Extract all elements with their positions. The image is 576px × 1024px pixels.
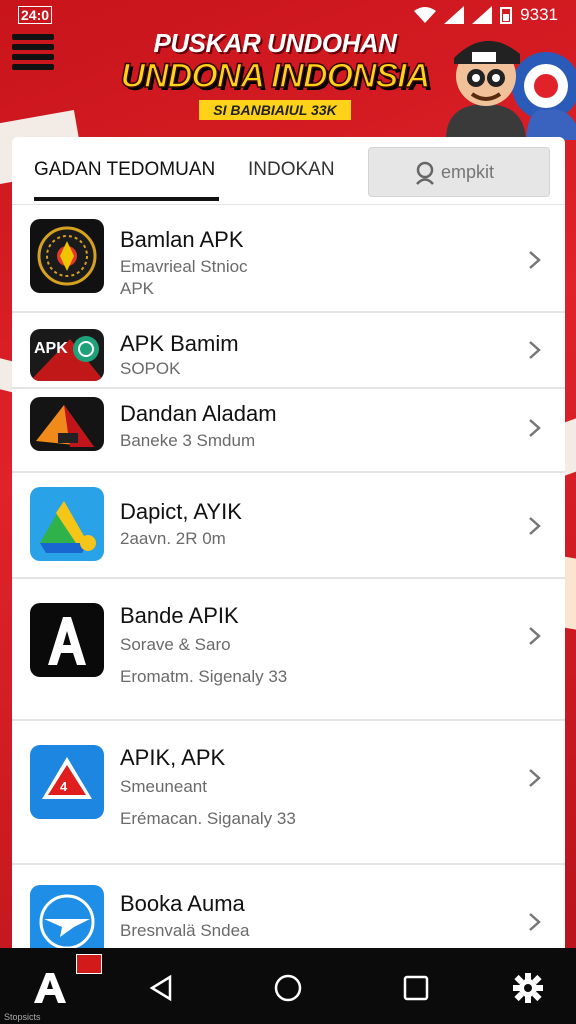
letter-a-icon xyxy=(30,603,104,677)
notification-badge xyxy=(76,954,102,974)
app-name: APIK, APK xyxy=(120,745,226,770)
recents-button[interactable] xyxy=(396,968,436,1008)
navbar-caption: Stopsicts xyxy=(4,1012,41,1022)
app-name: Dandan Aladam xyxy=(120,401,277,426)
svg-text:4: 4 xyxy=(60,779,68,794)
chevron-right-icon xyxy=(529,913,541,931)
battery-icon xyxy=(500,7,513,24)
search-input[interactable] xyxy=(441,161,561,183)
chevron-right-icon xyxy=(529,769,541,787)
compass-icon xyxy=(30,219,104,293)
chevron-right-icon xyxy=(529,341,541,359)
chevron-right-icon xyxy=(529,627,541,645)
list-item[interactable]: Bamlan APK Emavrieal Stnioc APK xyxy=(12,205,565,313)
app-subtitle-2: Eromatm. Sigenaly 33 xyxy=(120,667,288,686)
app-subtitle-2: APK xyxy=(120,279,155,298)
list-item[interactable]: Booka Auma Bresnvalä Sndea xyxy=(12,865,565,957)
list-item[interactable]: APK APK Bamim SOPOK xyxy=(12,313,565,389)
tab-bar: GADAN TEDOMUAN INDOKAN xyxy=(12,137,565,205)
app-subtitle-2: Erémacan. Siganaly 33 xyxy=(120,809,296,828)
app-list-card: GADAN TEDOMUAN INDOKAN Bamlan APK Emavri… xyxy=(12,137,565,957)
apk-logo-icon: APK xyxy=(30,329,104,381)
home-button[interactable] xyxy=(268,968,308,1008)
tab-gadan-tedomuan[interactable]: GADAN TEDOMUAN xyxy=(34,159,220,201)
back-button[interactable] xyxy=(142,968,182,1008)
app-subtitle: Emavrieal Stnioc xyxy=(120,257,248,276)
search-icon xyxy=(416,161,434,185)
home-circle-icon xyxy=(274,974,302,1002)
chevron-right-icon xyxy=(529,419,541,437)
app-name: APK Bamim xyxy=(120,331,239,356)
tab-indokan[interactable]: INDOKAN xyxy=(248,159,335,181)
list-item[interactable]: 4 APIK, APK Smeuneant Erémacan. Siganaly… xyxy=(12,721,565,865)
chevron-right-icon xyxy=(529,517,541,535)
search-box[interactable] xyxy=(368,147,561,197)
app-logo-icon xyxy=(34,973,66,1003)
back-triangle-icon xyxy=(149,974,172,1002)
navigation-bar: Stopsicts xyxy=(0,948,576,1024)
list-item[interactable]: Dandan Aladam Baneke 3 Smdum xyxy=(12,389,565,473)
status-time-left: 24:0 xyxy=(18,6,53,24)
app-name: Bamlan APK xyxy=(120,227,244,252)
banner-line-3: SI BANBIAIUL 33K xyxy=(199,100,351,120)
app-name: Bande APIK xyxy=(120,603,239,628)
app-name: Booka Auma xyxy=(120,891,245,916)
gear-icon xyxy=(513,973,543,1003)
mascot-illustration xyxy=(446,40,576,140)
app-subtitle: SOPOK xyxy=(120,359,181,378)
settings-button[interactable] xyxy=(508,968,548,1008)
banner-line-1: PUSKAR UNDOHAN xyxy=(153,28,397,58)
recents-square-icon xyxy=(403,975,429,1001)
drive-triangle-icon xyxy=(30,487,104,561)
plane-icon xyxy=(30,885,104,957)
status-time-right: 9331 xyxy=(520,5,558,24)
promo-banner: PUSKAR UNDOHAN UNDONA INDONSIA SI BANBIA… xyxy=(110,20,440,130)
app-home-button[interactable] xyxy=(30,968,70,1008)
signal-icon xyxy=(444,6,465,24)
app-subtitle: Sorave & Saro xyxy=(120,635,231,654)
list-item[interactable]: Dapict, AYIK 2aavn. 2R 0m xyxy=(12,473,565,579)
signal-icon-2 xyxy=(472,6,493,24)
chevron-right-icon xyxy=(529,251,541,269)
menu-icon[interactable] xyxy=(12,30,54,70)
warning-triangle-icon: 4 xyxy=(30,745,104,819)
app-subtitle: Bresnvalä Sndea xyxy=(120,921,250,940)
app-subtitle: Baneke 3 Smdum xyxy=(120,431,256,450)
banner-line-2: UNDONA INDONSIA xyxy=(120,56,431,96)
app-subtitle: 2aavn. 2R 0m xyxy=(120,529,226,548)
pyramid-icon xyxy=(30,397,104,451)
list-item[interactable]: Bande APIK Sorave & Saro Eromatm. Sigena… xyxy=(12,579,565,721)
svg-text:APK: APK xyxy=(34,340,68,357)
app-name: Dapict, AYIK xyxy=(120,499,242,524)
app-subtitle: Smeuneant xyxy=(120,777,207,796)
